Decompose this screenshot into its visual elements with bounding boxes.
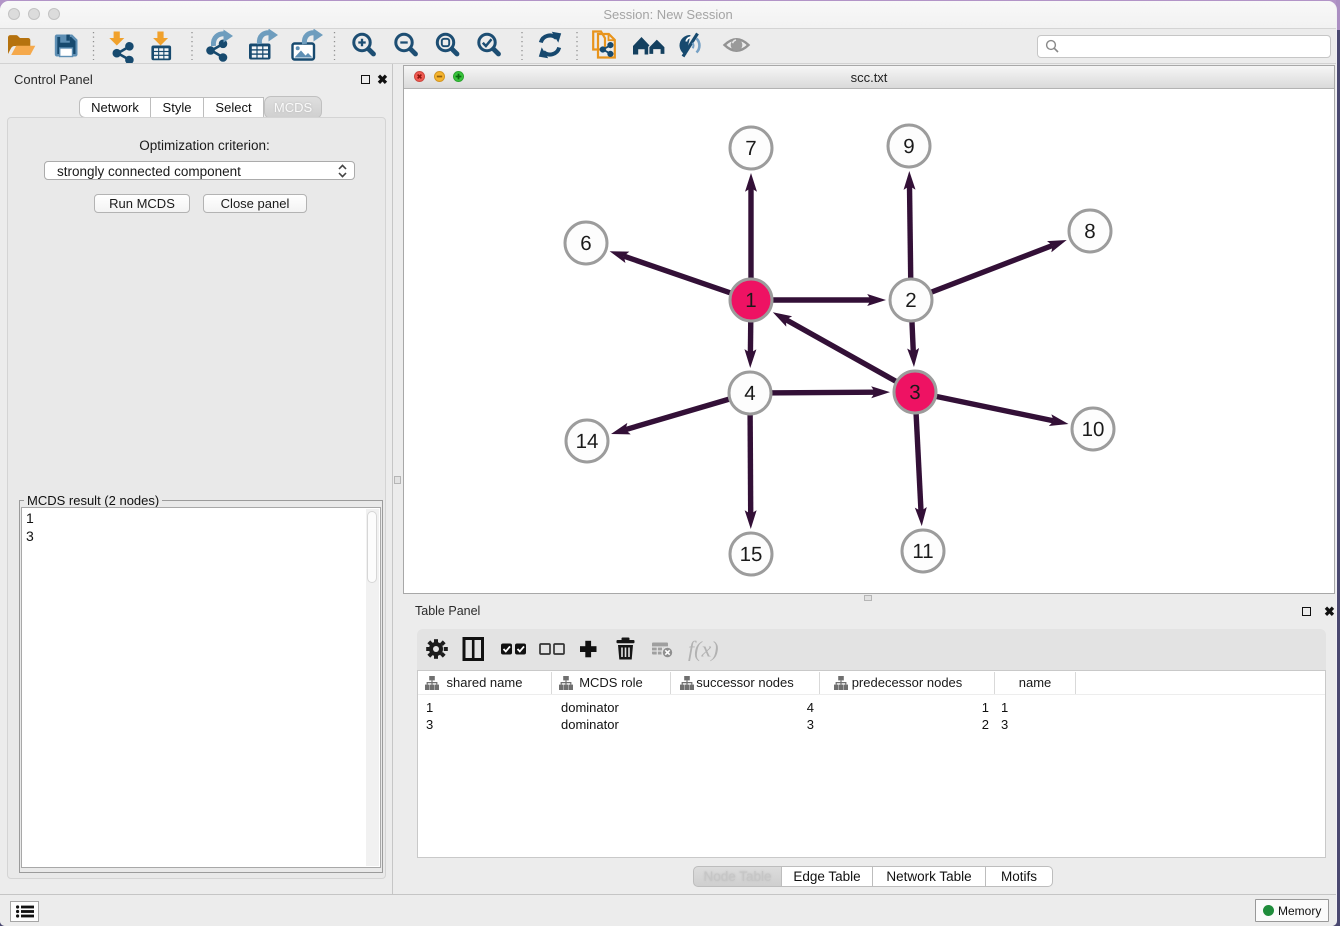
svg-text:6: 6 — [580, 232, 591, 255]
svg-text:9: 9 — [903, 135, 914, 158]
svg-text:3: 3 — [909, 381, 920, 404]
svg-text:2: 2 — [905, 289, 916, 312]
svg-text:11: 11 — [912, 540, 933, 563]
svg-text:1: 1 — [745, 289, 756, 312]
svg-text:7: 7 — [745, 137, 756, 160]
svg-text:f(x): f(x) — [688, 637, 719, 662]
svg-text:8: 8 — [1084, 220, 1095, 243]
svg-text:15: 15 — [740, 543, 763, 566]
svg-text:4: 4 — [744, 382, 755, 405]
svg-text:10: 10 — [1082, 418, 1105, 441]
svg-text:14: 14 — [576, 430, 599, 453]
